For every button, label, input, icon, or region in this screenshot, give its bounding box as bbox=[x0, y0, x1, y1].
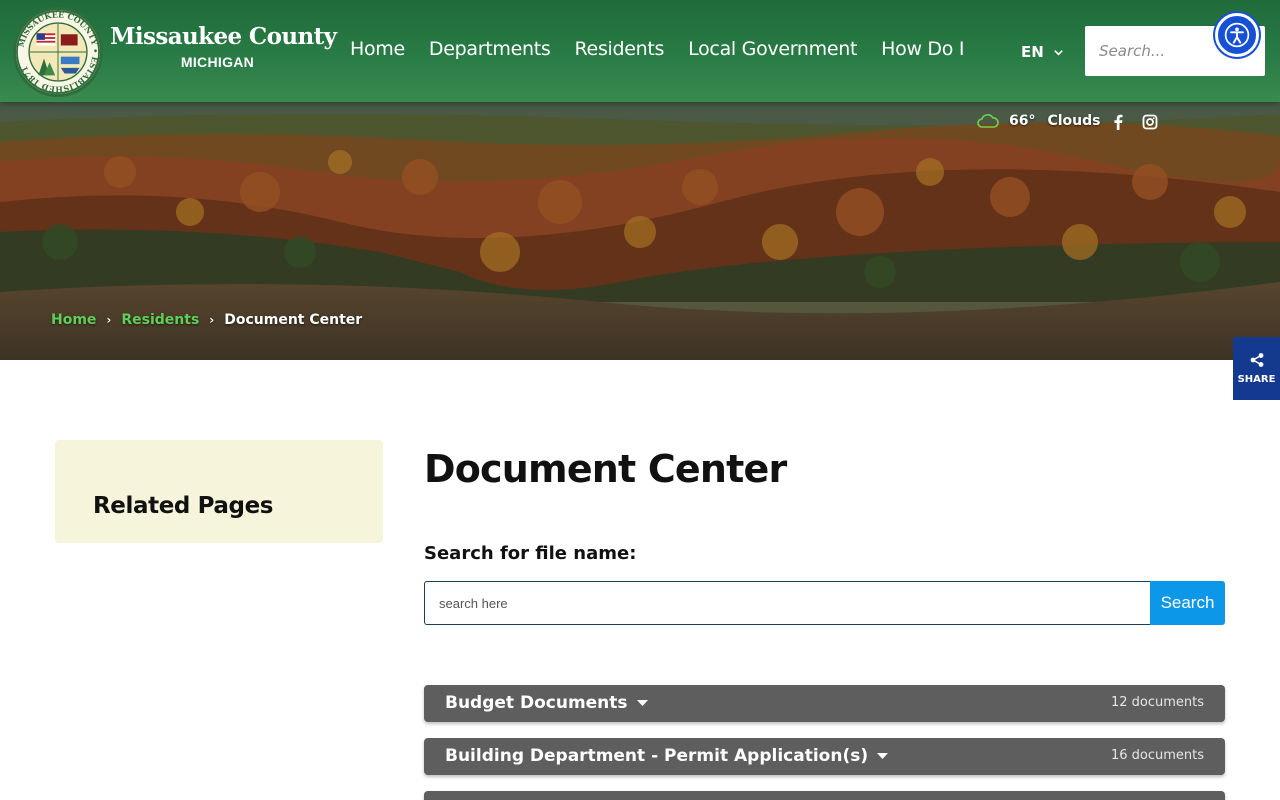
related-pages-panel: Related Pages bbox=[55, 440, 383, 543]
social-links bbox=[1110, 113, 1158, 131]
nav-home[interactable]: Home bbox=[350, 38, 405, 60]
file-search-label: Search for file name: bbox=[424, 543, 637, 564]
nav-residents[interactable]: Residents bbox=[575, 38, 665, 60]
breadcrumb-current: Document Center bbox=[224, 312, 363, 328]
state-name: MICHIGAN bbox=[180, 54, 255, 70]
weather-widget: 66° Clouds bbox=[977, 113, 1101, 129]
folder-building-department[interactable]: Building Department - Permit Application… bbox=[424, 738, 1225, 775]
accessibility-icon bbox=[1224, 22, 1250, 48]
folder-name: Building Department - Permit Application… bbox=[445, 746, 869, 766]
instagram-link[interactable] bbox=[1142, 113, 1158, 131]
county-name: Missaukee County bbox=[110, 23, 337, 50]
breadcrumb-separator-icon: › bbox=[209, 313, 215, 327]
facebook-link[interactable] bbox=[1110, 113, 1126, 131]
folder-next-collapsed[interactable] bbox=[424, 791, 1225, 800]
caret-down-icon bbox=[636, 700, 648, 706]
caret-down-icon bbox=[877, 753, 889, 759]
facebook-icon bbox=[1114, 114, 1123, 130]
language-selector[interactable]: EN bbox=[1021, 43, 1064, 61]
weather-temperature: 66° bbox=[1009, 113, 1036, 129]
seal-graphic: MISSAUKEE COUNTY • ESTABLISHED 1871 bbox=[16, 10, 100, 94]
site-header: MISSAUKEE COUNTY • ESTABLISHED 1871 Miss… bbox=[0, 0, 1280, 102]
language-label: EN bbox=[1021, 43, 1044, 61]
folder-title: Building Department - Permit Application… bbox=[445, 746, 889, 766]
instagram-icon bbox=[1142, 114, 1158, 130]
share-button[interactable]: SHARE bbox=[1233, 337, 1280, 400]
folder-name: Budget Documents bbox=[445, 693, 628, 713]
breadcrumb-residents[interactable]: Residents bbox=[121, 312, 199, 328]
page-title: Document Center bbox=[424, 447, 787, 491]
accessibility-button[interactable] bbox=[1215, 13, 1259, 57]
related-pages-title: Related Pages bbox=[93, 493, 274, 519]
county-name-block[interactable]: Missaukee County MICHIGAN bbox=[110, 23, 337, 70]
breadcrumb-separator-icon: › bbox=[106, 313, 112, 327]
nav-local-government[interactable]: Local Government bbox=[688, 38, 857, 60]
folder-budget-documents[interactable]: Budget Documents 12 documents bbox=[424, 685, 1225, 722]
file-search-button[interactable]: Search bbox=[1150, 581, 1225, 625]
main-nav: Home Departments Residents Local Governm… bbox=[350, 38, 964, 60]
hero-banner: 66° Clouds Home › Residents › Document C… bbox=[0, 102, 1280, 360]
cloud-icon bbox=[977, 114, 999, 128]
folder-document-count: 16 documents bbox=[1110, 748, 1204, 763]
folder-document-count: 12 documents bbox=[1110, 695, 1204, 710]
county-seal-logo[interactable]: MISSAUKEE COUNTY • ESTABLISHED 1871 bbox=[13, 7, 103, 97]
chevron-down-icon bbox=[1054, 49, 1063, 56]
nav-departments[interactable]: Departments bbox=[429, 38, 551, 60]
share-icon bbox=[1250, 353, 1263, 367]
breadcrumb-home[interactable]: Home bbox=[51, 312, 96, 328]
weather-condition: Clouds bbox=[1047, 113, 1101, 129]
file-search-input[interactable] bbox=[424, 581, 1151, 625]
share-label: SHARE bbox=[1237, 374, 1276, 385]
folder-title: Budget Documents bbox=[445, 693, 648, 713]
nav-how-do-i[interactable]: How Do I bbox=[881, 38, 964, 60]
breadcrumb: Home › Residents › Document Center bbox=[51, 312, 362, 328]
